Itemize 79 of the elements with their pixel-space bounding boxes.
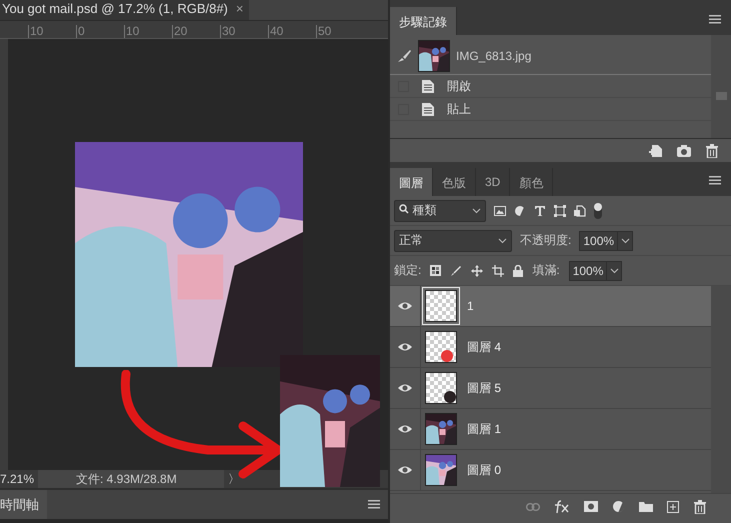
fx-icon[interactable] [554, 500, 570, 514]
document-title: You got mail.psd @ 17.2% (1, RGB/8#) [2, 1, 228, 18]
layer-name: 圖層 0 [467, 462, 502, 478]
new-document-icon[interactable] [649, 144, 663, 158]
checker-icon[interactable] [430, 265, 442, 276]
history-item[interactable]: 開啟 [390, 75, 711, 98]
history-item[interactable]: 貼上 [390, 98, 711, 121]
history-label: 貼上 [447, 100, 471, 118]
folder-icon[interactable] [639, 501, 653, 512]
layer-thumbnail [425, 372, 457, 404]
layer-name: 圖層 4 [467, 338, 502, 356]
ruler-label: 0 [76, 25, 96, 38]
trash-icon[interactable] [705, 144, 719, 158]
chevron-down-icon [498, 237, 507, 244]
chevron-down-icon[interactable] [610, 267, 619, 274]
blend-mode-dropdown[interactable]: 正常 [394, 230, 512, 252]
mask-icon[interactable] [584, 501, 598, 512]
document-tab[interactable]: You got mail.psd @ 17.2% (1, RGB/8#) × [0, 0, 250, 20]
panel-tab[interactable]: 圖層 [390, 168, 433, 196]
chevron-down-icon [472, 207, 481, 214]
menu-icon[interactable] [709, 176, 721, 185]
eye-icon[interactable] [397, 341, 413, 353]
history-label: 開啟 [447, 78, 471, 94]
ruler-label: 30 [220, 25, 240, 38]
ruler-label: 50 [316, 25, 336, 38]
layer-name: 圖層 1 [467, 420, 502, 438]
layer-thumbnail [425, 331, 457, 363]
layer-name: 1 [467, 299, 474, 313]
image-icon[interactable] [494, 206, 506, 216]
document-icon [421, 102, 435, 116]
menu-icon[interactable] [709, 15, 721, 24]
zoom-level: 7.21% [0, 472, 36, 486]
menu-icon[interactable] [368, 500, 380, 509]
eye-icon[interactable] [397, 464, 413, 476]
brush-icon[interactable] [450, 264, 462, 276]
half-circle-icon[interactable] [612, 500, 625, 513]
scrollbar[interactable] [711, 286, 731, 493]
history-snapshot[interactable]: IMG_6813.jpg [390, 37, 711, 75]
filter-dropdown[interactable]: 種類 [394, 200, 486, 222]
ruler-label: 40 [268, 25, 288, 38]
ruler-label: 10 [28, 25, 48, 38]
trash-icon[interactable] [693, 500, 707, 514]
layer-row[interactable]: 圖層 5 [390, 368, 711, 409]
type-icon[interactable] [534, 204, 546, 216]
layer-name: 圖層 5 [467, 380, 502, 396]
opacity-label: 不透明度: [520, 232, 572, 249]
move-icon[interactable] [471, 264, 484, 276]
panel-tab[interactable]: 步驟記錄 [390, 7, 457, 35]
layer-row[interactable]: 圖層 0 [390, 450, 711, 491]
brush-icon[interactable] [396, 48, 412, 64]
new-layer-icon[interactable] [667, 500, 679, 512]
layer-row[interactable]: 圖層 4 [390, 327, 711, 368]
eye-icon[interactable] [397, 382, 413, 394]
document-size: 文件: 4.93M/28.8M [38, 470, 224, 488]
toggle-switch-icon[interactable] [594, 202, 602, 218]
transform-icon[interactable] [554, 204, 566, 216]
layer-row[interactable]: 1 [390, 286, 711, 327]
opacity-field[interactable]: 100% [579, 230, 634, 250]
close-button[interactable]: × [236, 1, 244, 20]
document-icon [421, 78, 435, 94]
eye-icon[interactable] [397, 300, 413, 312]
crop-icon[interactable] [492, 264, 504, 276]
lock-label: 鎖定: [394, 262, 422, 279]
expand-arrow[interactable]: 〉 [228, 470, 240, 488]
lock-icon[interactable] [513, 264, 524, 276]
search-icon [399, 204, 409, 214]
ruler-label: 10 [124, 25, 144, 38]
chevron-down-icon[interactable] [620, 237, 630, 244]
smart-object-icon[interactable] [574, 204, 586, 216]
ruler-label: 20 [172, 25, 192, 38]
scrollbar[interactable] [711, 35, 731, 138]
panel-tab[interactable]: 時間軸 [0, 490, 47, 519]
eye-icon[interactable] [397, 423, 413, 435]
fill-label: 填滿: [532, 262, 560, 279]
layer-thumbnail [425, 290, 457, 322]
fill-field[interactable]: 100% [568, 260, 622, 280]
half-circle-icon[interactable] [514, 204, 526, 216]
layer-row[interactable]: 圖層 1 [390, 409, 711, 450]
camera-icon[interactable] [677, 144, 691, 156]
